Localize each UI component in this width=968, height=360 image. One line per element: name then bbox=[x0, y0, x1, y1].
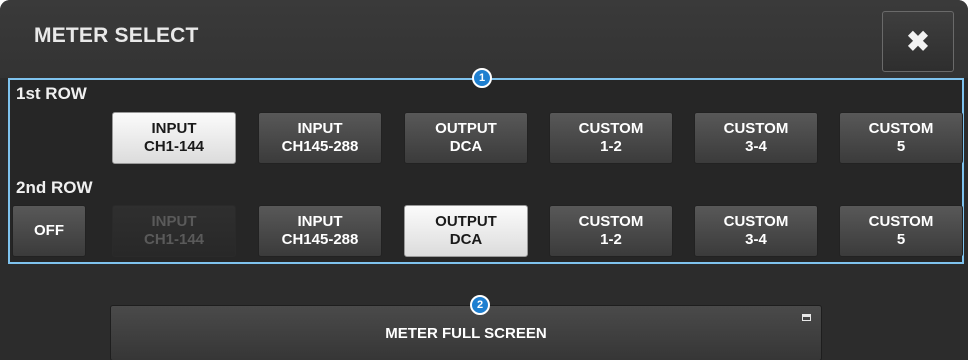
row2-button-line2: CH1-144 bbox=[143, 231, 205, 248]
row1-output-dca-button[interactable]: OUTPUT DCA bbox=[404, 112, 528, 164]
row2-button-line1: OUTPUT bbox=[435, 213, 497, 230]
row2-button-line1: CUSTOM bbox=[578, 213, 644, 230]
row1-button-line1: CUSTOM bbox=[868, 120, 934, 137]
row1-button-line1: OUTPUT bbox=[435, 120, 497, 137]
row2-label: 2nd ROW bbox=[16, 178, 93, 197]
row1-label: 1st ROW bbox=[16, 84, 87, 103]
row2-custom-3-4-button[interactable]: CUSTOM 3-4 bbox=[694, 205, 818, 257]
row1-button-line2: 1-2 bbox=[600, 138, 622, 155]
title-bar: METER SELECT ✖ bbox=[0, 0, 968, 78]
row1-button-line2: CH145-288 bbox=[281, 138, 359, 155]
row1-input-ch1-144-button[interactable]: INPUT CH1-144 bbox=[112, 112, 236, 164]
popup-window-icon bbox=[802, 314, 811, 321]
meter-full-screen-button[interactable]: METER FULL SCREEN bbox=[110, 305, 822, 360]
row1-custom-1-2-button[interactable]: CUSTOM 1-2 bbox=[549, 112, 673, 164]
row1-input-ch145-288-button[interactable]: INPUT CH145-288 bbox=[258, 112, 382, 164]
row1-button-line1: CUSTOM bbox=[578, 120, 644, 137]
row1-button-line1: INPUT bbox=[297, 120, 343, 137]
close-button[interactable]: ✖ bbox=[882, 11, 954, 72]
row2-input-ch1-144-button: INPUT CH1-144 bbox=[112, 205, 236, 257]
row2-button-line2: 1-2 bbox=[600, 231, 622, 248]
off-button-label: OFF bbox=[34, 222, 64, 239]
row2-custom-5-button[interactable]: CUSTOM 5 bbox=[839, 205, 963, 257]
row2-button-line2: 5 bbox=[896, 231, 906, 248]
row1-button-line2: DCA bbox=[449, 138, 483, 155]
row2-button-line1: INPUT bbox=[297, 213, 343, 230]
row2-input-ch145-288-button[interactable]: INPUT CH145-288 bbox=[258, 205, 382, 257]
row2-button-line1: CUSTOM bbox=[868, 213, 934, 230]
meter-select-window: METER SELECT ✖ 1st ROW INPUT CH1-144 INP… bbox=[0, 0, 968, 360]
row2-button-line2: DCA bbox=[449, 231, 483, 248]
row1-button-line2: CH1-144 bbox=[143, 138, 205, 155]
row2-button-line1: INPUT bbox=[151, 213, 197, 230]
callout-badge-1: 1 bbox=[472, 68, 492, 88]
meter-rows-panel: 1st ROW INPUT CH1-144 INPUT CH145-288 OU… bbox=[8, 78, 964, 264]
row1-button-line1: INPUT bbox=[151, 120, 197, 137]
row1-custom-5-button[interactable]: CUSTOM 5 bbox=[839, 112, 963, 164]
row2-button-line2: CH145-288 bbox=[281, 231, 359, 248]
callout-badge-2: 2 bbox=[470, 295, 490, 315]
row1-button-line2: 5 bbox=[896, 138, 906, 155]
row2-button-line1: CUSTOM bbox=[723, 213, 789, 230]
row1-button-line2: 3-4 bbox=[745, 138, 767, 155]
row1-custom-3-4-button[interactable]: CUSTOM 3-4 bbox=[694, 112, 818, 164]
close-icon: ✖ bbox=[906, 25, 930, 57]
row2-off-button[interactable]: OFF bbox=[12, 205, 86, 257]
meter-full-screen-label: METER FULL SCREEN bbox=[385, 324, 547, 342]
window-title: METER SELECT bbox=[34, 24, 199, 47]
row2-button-line2: 3-4 bbox=[745, 231, 767, 248]
row2-custom-1-2-button[interactable]: CUSTOM 1-2 bbox=[549, 205, 673, 257]
row2-output-dca-button[interactable]: OUTPUT DCA bbox=[404, 205, 528, 257]
row1-button-line1: CUSTOM bbox=[723, 120, 789, 137]
